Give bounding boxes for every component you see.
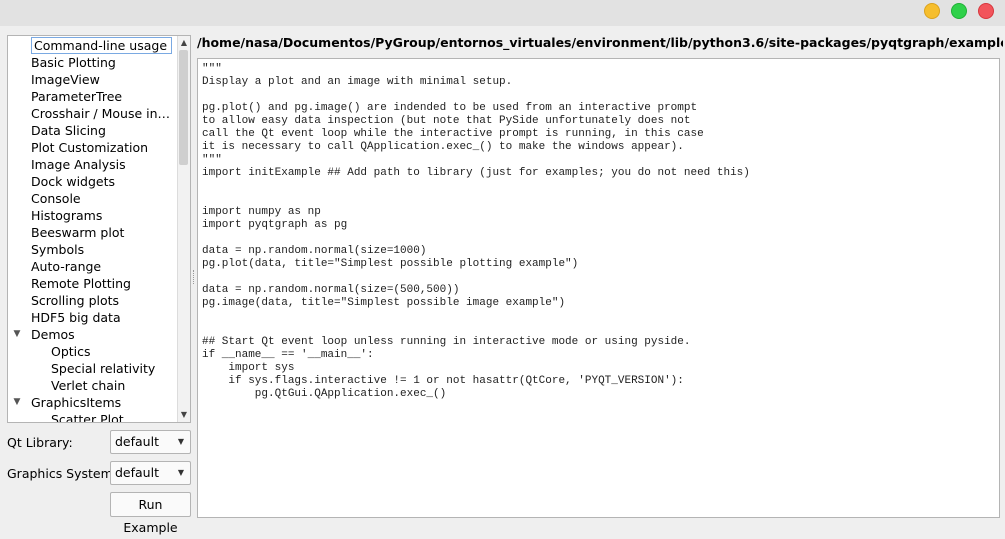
tree-item[interactable]: HDF5 big data [31,309,172,326]
tree-item[interactable]: Image Analysis [31,156,172,173]
graphics-system-label: Graphics System: [7,466,117,481]
tree-item[interactable]: Remote Plotting [31,275,172,292]
minimize-button[interactable] [924,3,940,19]
chevron-down-icon: ▼ [177,468,184,477]
tree-item[interactable]: Auto-range [31,258,172,275]
tree-item[interactable]: ParameterTree [31,88,172,105]
tree-item[interactable]: Crosshair / Mouse inter... [31,105,172,122]
tree-item[interactable]: GraphicsItems [31,394,172,411]
tree-item[interactable]: Symbols [31,241,172,258]
tree-scrollbar[interactable]: ▲ ▼ [177,36,190,422]
tree-item[interactable]: Beeswarm plot [31,224,172,241]
tree-item[interactable]: Basic Plotting [31,54,172,71]
tree-item[interactable]: Special relativity [51,360,172,377]
qt-library-value: default [115,434,159,449]
tree-item[interactable]: Scatter Plot [51,411,172,422]
file-path: /home/nasa/Documentos/PyGroup/entornos_v… [197,35,1003,50]
tree-item[interactable]: ImageView [31,71,172,88]
scroll-down-icon[interactable]: ▼ [178,409,190,421]
tree-item[interactable]: Plot Customization [31,139,172,156]
graphics-system-value: default [115,465,159,480]
tree-item[interactable]: Demos [31,326,172,343]
code-text[interactable]: """ Display a plot and an image with min… [198,59,999,405]
tree-item[interactable]: Scrolling plots [31,292,172,309]
qt-library-select[interactable]: default ▼ [110,430,191,454]
scrollbar-thumb[interactable] [179,50,188,165]
run-example-button[interactable]: Run Example [110,492,191,535]
chevron-down-icon: ▼ [177,437,184,446]
tree-item[interactable]: Console [31,190,172,207]
tree-item[interactable]: Dock widgets [31,173,172,190]
tree-item[interactable]: Data Slicing [31,122,172,139]
code-editor[interactable]: """ Display a plot and an image with min… [197,58,1000,518]
tree-item[interactable]: Histograms [31,207,172,224]
graphics-system-select[interactable]: default ▼ [110,461,191,485]
maximize-button[interactable] [951,3,967,19]
examples-tree[interactable]: ▲ ▼ Command-line usage Basic Plotting Imag… [7,35,191,423]
window-titlebar [0,0,1005,26]
splitter-handle[interactable] [193,270,196,284]
scroll-up-icon[interactable]: ▲ [178,37,190,49]
tree-item[interactable]: Optics [51,343,172,360]
expand-arrow-icon[interactable]: ▼ [12,326,22,343]
tree-item[interactable]: Command-line usage [31,37,172,54]
tree-item[interactable]: Verlet chain [51,377,172,394]
close-button[interactable] [978,3,994,19]
expand-arrow-icon[interactable]: ▼ [12,394,22,411]
qt-library-label: Qt Library: [7,435,73,450]
